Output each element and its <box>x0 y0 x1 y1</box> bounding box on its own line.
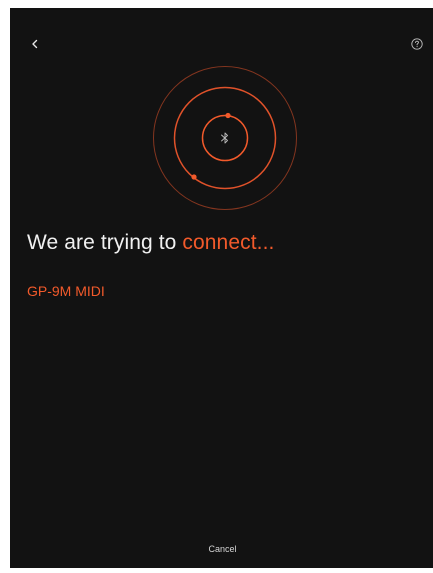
chevron-left-icon <box>32 39 38 49</box>
inner-orbit-dot <box>225 112 231 119</box>
cancel-button[interactable]: Cancel <box>10 544 433 554</box>
middle-orbit-dot <box>191 174 197 180</box>
help-button[interactable] <box>410 37 424 51</box>
headline-accent: connect... <box>182 231 275 254</box>
connect-screen: We are trying to connect... GP-9M MIDI C… <box>10 8 433 568</box>
connecting-headline: We are trying to connect... <box>27 231 274 255</box>
bluetooth-icon <box>221 132 228 144</box>
connection-radar <box>152 65 298 211</box>
headline-prefix: We are trying to <box>27 231 183 254</box>
question-circle-icon <box>411 38 423 50</box>
device-name: GP-9M MIDI <box>27 283 105 299</box>
back-button[interactable] <box>26 35 44 53</box>
